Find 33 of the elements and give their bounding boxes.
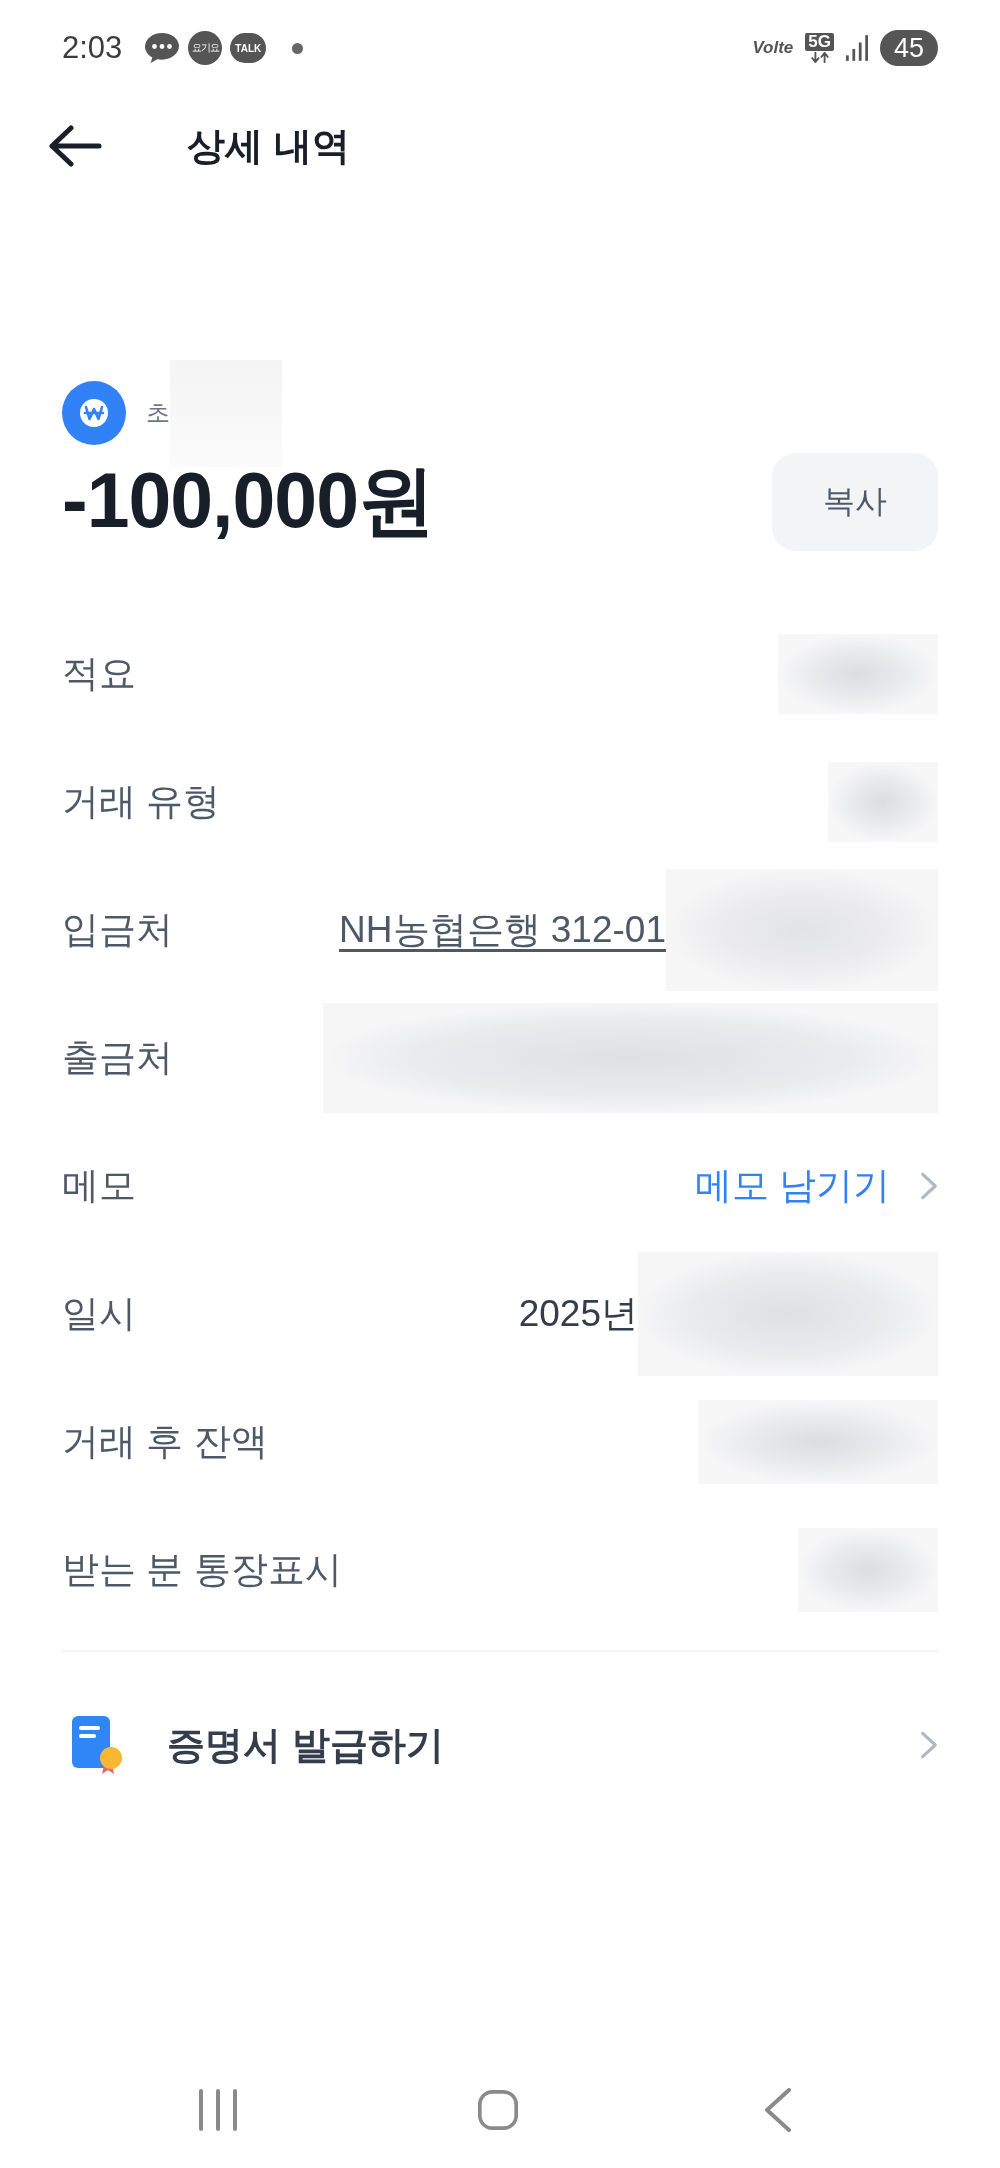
back-icon[interactable]	[48, 125, 102, 167]
detail-label: 출금처	[62, 1036, 173, 1080]
page-title: 상세 내역	[187, 123, 350, 169]
battery-indicator: 45	[880, 30, 938, 66]
chevron-right-icon	[920, 1171, 938, 1201]
status-time: 2:03	[62, 30, 123, 66]
issue-certificate-button[interactable]: 증명서 발급하기	[0, 1681, 1000, 1809]
won-coin-icon	[62, 381, 126, 445]
data-arrows-icon	[808, 52, 831, 63]
volte-indicator: Volte	[752, 38, 794, 58]
chevron-right-icon	[920, 1730, 938, 1760]
transaction-amount: -100,000원	[62, 456, 434, 545]
certificate-icon	[72, 1716, 124, 1774]
detail-label: 일시	[62, 1292, 136, 1336]
detail-label: 입금처	[62, 908, 173, 952]
home-icon[interactable]	[478, 2089, 518, 2131]
account-name: 초	[146, 398, 170, 428]
signal-icon	[846, 35, 868, 61]
copy-button[interactable]: 복사	[772, 453, 938, 551]
account-link[interactable]: NH농협은행 312-01	[339, 905, 666, 955]
chat-notification-badge: TALK	[230, 33, 267, 63]
detail-label: 적요	[62, 652, 136, 696]
detail-label: 메모	[62, 1164, 136, 1208]
detail-value: 2025년	[518, 1292, 638, 1336]
memo-button[interactable]: 메모 남기기	[694, 1161, 938, 1211]
detail-label: 받는 분 통장표시	[62, 1548, 342, 1592]
chat-bubble-icon	[144, 32, 181, 64]
notification-badge: 요기요	[188, 31, 223, 65]
notification-dot-icon	[292, 42, 304, 54]
detail-label: 거래 후 잔액	[62, 1420, 268, 1464]
network-type-indicator: 5G	[805, 33, 834, 51]
detail-label: 거래 유형	[62, 780, 221, 824]
recent-apps-icon[interactable]	[198, 2089, 238, 2131]
